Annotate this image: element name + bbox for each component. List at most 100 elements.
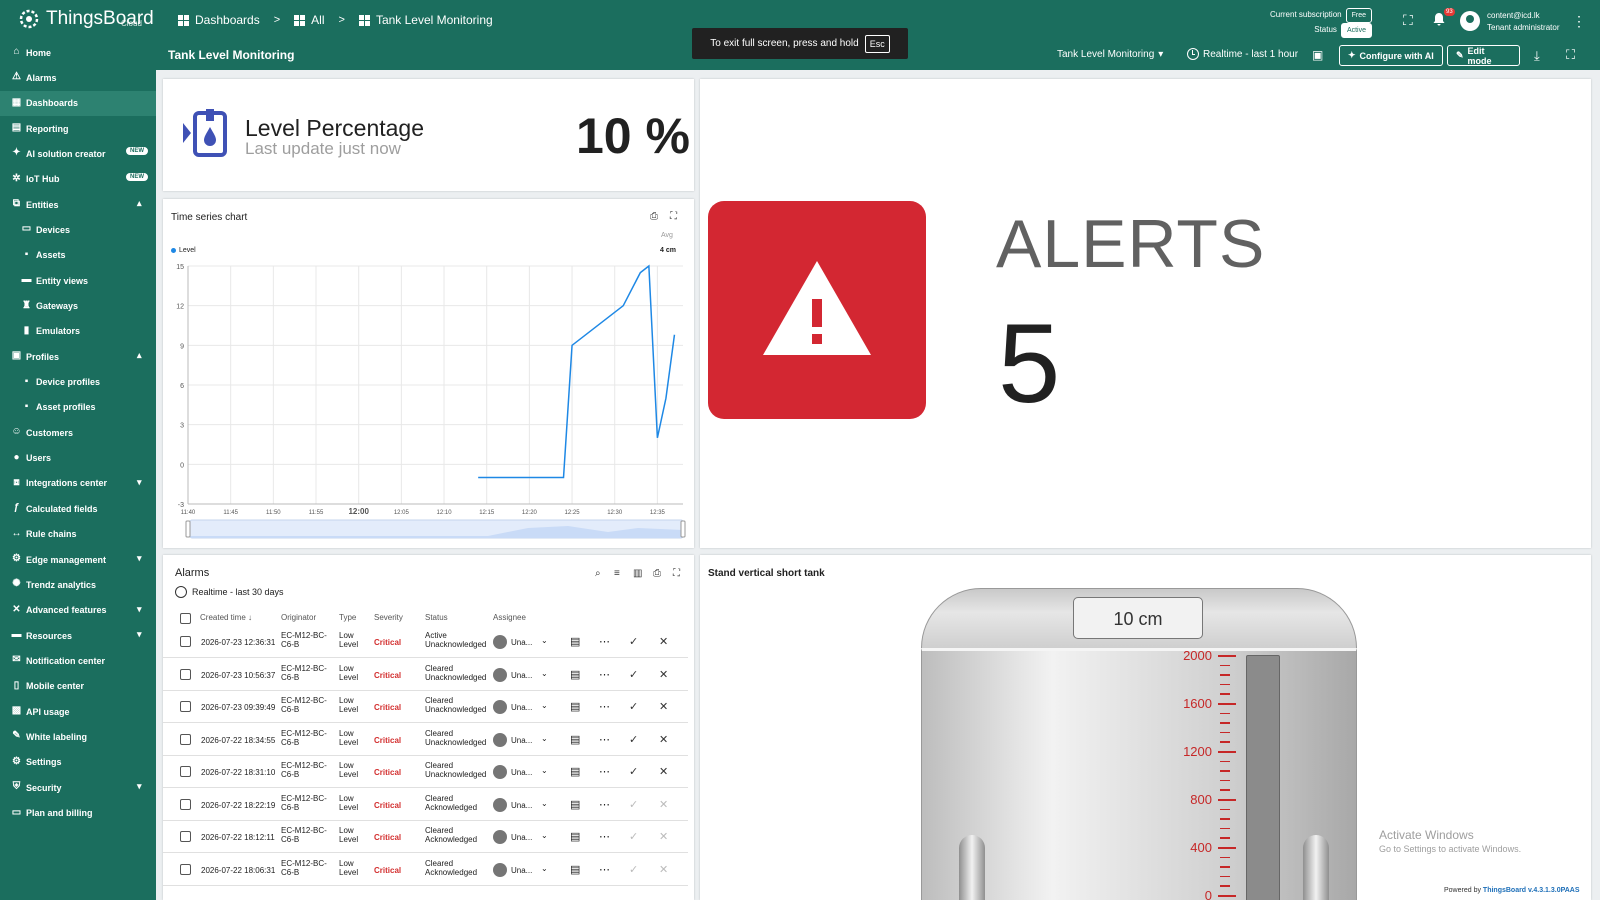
sidebar-item-entities[interactable]: ⧉ Entities ▴: [0, 192, 156, 217]
export-icon[interactable]: ⎙: [653, 568, 661, 579]
row-checkbox[interactable]: [180, 766, 191, 777]
configure-ai-button[interactable]: ✦ Configure with AI: [1339, 45, 1443, 66]
clear-icon[interactable]: ✕: [659, 863, 668, 876]
chevron-down-icon[interactable]: ⌄: [541, 766, 548, 775]
more-horiz-icon[interactable]: ⋯: [599, 635, 610, 648]
clear-icon[interactable]: ✕: [659, 668, 668, 681]
comment-icon[interactable]: ▤: [570, 635, 580, 648]
acknowledge-icon[interactable]: ✓: [629, 830, 638, 843]
cell-assignee[interactable]: Una...: [511, 866, 532, 875]
table-row[interactable]: 2026-07-23 12:36:31 EC-M12-BC- C6-B Low Leve…: [163, 626, 688, 658]
fullscreen-icon[interactable]: ⛶: [1403, 12, 1413, 29]
fullscreen-icon[interactable]: ⛶: [673, 568, 680, 579]
sidebar-item-notification-center[interactable]: ✉ Notification center: [0, 648, 156, 673]
select-all-checkbox[interactable]: [180, 613, 191, 624]
bell-icon[interactable]: [1432, 12, 1446, 29]
edit-mode-button[interactable]: ✎ Edit mode: [1447, 45, 1520, 66]
export-icon[interactable]: ⎙: [650, 211, 658, 222]
row-checkbox[interactable]: [180, 701, 191, 712]
avatar[interactable]: [1460, 11, 1480, 31]
comment-icon[interactable]: ▤: [570, 700, 580, 713]
cell-assignee[interactable]: Una...: [511, 801, 532, 810]
cell-assignee[interactable]: Una...: [511, 703, 532, 712]
sidebar-item-iot-hub[interactable]: ✲ IoT Hub NEW: [0, 167, 156, 192]
sidebar-item-plan-and-billing[interactable]: ▭ Plan and billing: [0, 801, 156, 826]
clear-icon[interactable]: ✕: [659, 733, 668, 746]
sidebar-item-emulators[interactable]: ▮ Emulators: [0, 319, 156, 344]
col-status[interactable]: Status: [425, 613, 448, 622]
chevron-down-icon[interactable]: ⌄: [541, 734, 548, 743]
sidebar-item-reporting[interactable]: ▤ Reporting: [0, 116, 156, 141]
chart-legend[interactable]: Level: [171, 247, 196, 254]
series-line-level[interactable]: [478, 264, 676, 479]
cell-originator[interactable]: EC-M12-BC- C6-B: [281, 859, 327, 877]
sidebar-item-entity-views[interactable]: ▬ Entity views: [0, 268, 156, 293]
comment-icon[interactable]: ▤: [570, 830, 580, 843]
comment-icon[interactable]: ▤: [570, 733, 580, 746]
clear-icon[interactable]: ✕: [659, 635, 668, 648]
comment-icon[interactable]: ▤: [570, 765, 580, 778]
row-checkbox[interactable]: [180, 636, 191, 647]
clear-icon[interactable]: ✕: [659, 765, 668, 778]
cell-originator[interactable]: EC-M12-BC- C6-B: [281, 729, 327, 747]
cell-assignee[interactable]: Una...: [511, 638, 532, 647]
row-checkbox[interactable]: [180, 733, 191, 745]
row-checkbox[interactable]: [180, 798, 191, 810]
cell-originator[interactable]: EC-M12-BC- C6-B: [281, 696, 327, 714]
cell-assignee[interactable]: Una...: [511, 833, 532, 842]
sidebar-item-gateways[interactable]: ♜ Gateways: [0, 294, 156, 319]
user-info[interactable]: content@icd.lk Tenant administrator: [1487, 10, 1559, 34]
more-horiz-icon[interactable]: ⋯: [599, 830, 610, 843]
table-row[interactable]: 2026-07-22 18:12:11 EC-M12-BC- C6-B Low Leve…: [163, 821, 688, 853]
cell-assignee[interactable]: Una...: [511, 768, 532, 777]
more-horiz-icon[interactable]: ⋯: [599, 863, 610, 876]
sidebar-item-edge-management[interactable]: ⚙ Edge management ▾: [0, 547, 156, 572]
comment-icon[interactable]: ▤: [570, 863, 580, 876]
sidebar-item-settings[interactable]: ⚙ Settings: [0, 750, 156, 775]
col-created-time[interactable]: Created time ↓: [200, 613, 252, 622]
table-row[interactable]: 2026-07-23 10:56:37 EC-M12-BC- C6-B Low Leve…: [163, 659, 688, 691]
cell-originator[interactable]: EC-M12-BC- C6-B: [281, 761, 327, 779]
more-horiz-icon[interactable]: ⋯: [599, 765, 610, 778]
sidebar-item-mobile-center[interactable]: ▯ Mobile center: [0, 674, 156, 699]
acknowledge-icon[interactable]: ✓: [629, 733, 638, 746]
col-type[interactable]: Type: [339, 613, 356, 622]
cell-originator[interactable]: EC-M12-BC- C6-B: [281, 631, 327, 649]
sidebar-item-advanced-features[interactable]: ✕ Advanced features ▾: [0, 598, 156, 623]
sidebar-item-asset-profiles[interactable]: ▪ Asset profiles: [0, 395, 156, 420]
acknowledge-icon[interactable]: ✓: [629, 668, 638, 681]
zoom-handle-left[interactable]: [185, 520, 191, 538]
sidebar-item-ai-solution-creator[interactable]: ✦ AI solution creator NEW: [0, 141, 156, 166]
cell-assignee[interactable]: Una...: [511, 736, 532, 745]
sidebar-item-white-labeling[interactable]: ✎ White labeling: [0, 724, 156, 749]
row-checkbox[interactable]: [180, 831, 191, 842]
acknowledge-icon[interactable]: ✓: [629, 798, 638, 811]
sidebar-item-resources[interactable]: ▬ Resources ▾: [0, 623, 156, 648]
breadcrumb-all[interactable]: All: [294, 13, 325, 27]
filter-icon[interactable]: ≡: [614, 568, 620, 579]
sidebar-item-dashboards[interactable]: ▦ Dashboards: [0, 90, 156, 116]
sidebar-item-devices[interactable]: ▭ Devices: [0, 217, 156, 242]
sidebar-item-rule-chains[interactable]: ↔ Rule chains: [0, 522, 156, 547]
more-horiz-icon[interactable]: ⋯: [599, 798, 610, 811]
sidebar-item-customers[interactable]: ☺ Customers: [0, 420, 156, 445]
cell-originator[interactable]: EC-M12-BC- C6-B: [281, 794, 327, 812]
acknowledge-icon[interactable]: ✓: [629, 863, 638, 876]
sidebar-item-device-profiles[interactable]: ▪ Device profiles: [0, 370, 156, 395]
table-row[interactable]: 2026-07-23 09:39:49 EC-M12-BC- C6-B Low Leve…: [163, 691, 688, 723]
chevron-down-icon[interactable]: ⌄: [541, 636, 548, 645]
time-series-chart[interactable]: 15 12 9 6 3 0 -311:40 11:45 11:50 11:55 12:00 12:05…: [163, 254, 694, 544]
timewindow-button[interactable]: Realtime - last 1 hour: [1187, 48, 1298, 60]
sidebar-item-profiles[interactable]: ▣ Profiles ▴: [0, 344, 156, 369]
cell-assignee[interactable]: Una...: [511, 671, 532, 680]
acknowledge-icon[interactable]: ✓: [629, 765, 638, 778]
table-row[interactable]: 2026-07-22 18:06:31 EC-M12-BC- C6-B Low Leve…: [163, 854, 688, 886]
table-row[interactable]: 2026-07-22 18:31:10 EC-M12-BC- C6-B Low Leve…: [163, 756, 688, 788]
comment-icon[interactable]: ▤: [570, 798, 580, 811]
clear-icon[interactable]: ✕: [659, 798, 668, 811]
col-originator[interactable]: Originator: [281, 613, 316, 622]
row-checkbox[interactable]: [180, 668, 191, 680]
clear-icon[interactable]: ✕: [659, 700, 668, 713]
table-row[interactable]: 2026-07-22 18:34:55 EC-M12-BC- C6-B Low Leve…: [163, 724, 688, 756]
chevron-down-icon[interactable]: ⌄: [541, 799, 548, 808]
